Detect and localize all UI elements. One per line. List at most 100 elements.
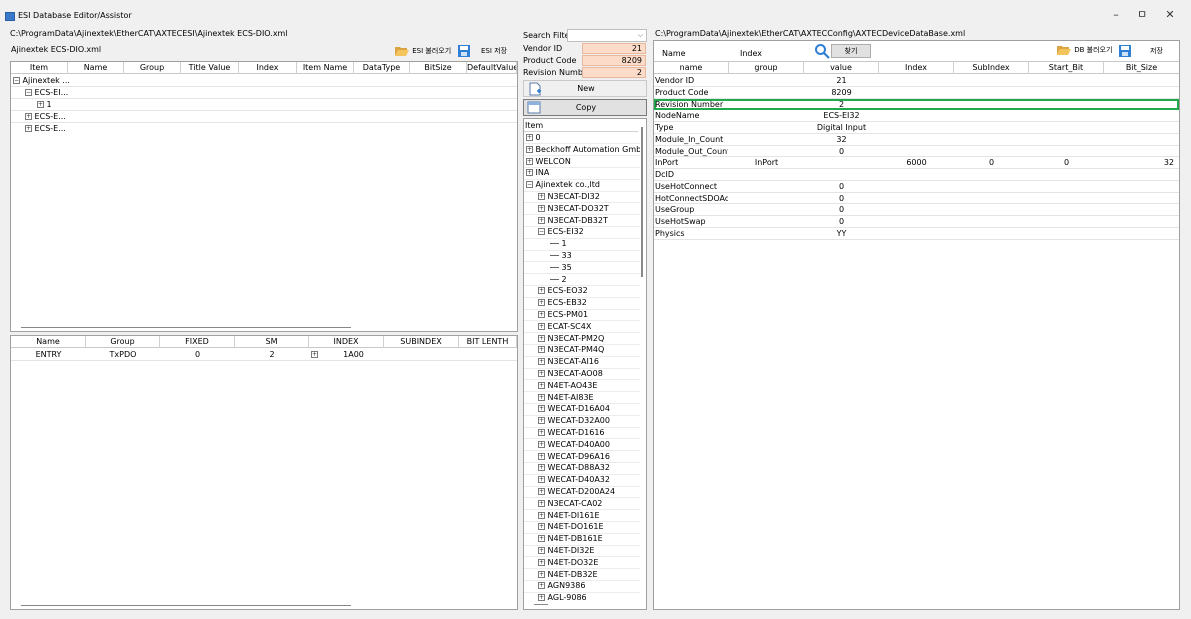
find-button[interactable]: 찾기 [831, 44, 871, 58]
device-tree-item[interactable]: + N3ECAT-PM4Q [538, 344, 604, 356]
expand-icon[interactable]: + [538, 417, 545, 425]
device-tree-item[interactable]: − Ajinextek co.,ltd [526, 179, 600, 191]
expand-icon[interactable]: + [538, 476, 545, 484]
tree-horizontal-scrollbar[interactable] [21, 327, 351, 328]
pdo-row[interactable]: ENTRY TxPDO 0 2 + 1A00 [11, 349, 517, 361]
pdo-col-sm[interactable]: SM [235, 336, 309, 348]
tree-col-default-value[interactable]: DefaultValue [467, 62, 517, 74]
close-button[interactable]: ✕ [1160, 8, 1180, 22]
tree-col-group[interactable]: Group [124, 62, 181, 74]
tree-col-title-value[interactable]: Title Value [181, 62, 239, 74]
expand-icon[interactable]: + [538, 370, 545, 377]
tree-col-item[interactable]: Item [11, 62, 68, 74]
db-col-bit-size[interactable]: Bit_Size [1104, 62, 1179, 74]
collapse-icon[interactable]: − [25, 89, 32, 96]
revision-number-field[interactable]: 2 [582, 67, 646, 78]
db-table-row[interactable]: Vendor ID 21 [654, 75, 1179, 87]
esi-load-button[interactable]: ESI 불러오기 [394, 44, 454, 58]
collapse-icon[interactable]: − [538, 228, 545, 236]
expand-icon[interactable]: + [538, 334, 545, 342]
device-tree-item[interactable]: + INA [526, 167, 549, 179]
expand-icon[interactable]: + [526, 169, 533, 177]
device-tree-item[interactable]: + WECAT-D16A04 [538, 403, 610, 415]
device-tree-item[interactable]: + N3ECAT-AI16 [538, 356, 599, 368]
expand-icon[interactable]: + [538, 322, 545, 330]
expand-icon[interactable]: + [538, 429, 545, 436]
db-table-row[interactable]: Module_Out_Count 0 [654, 146, 1179, 158]
device-tree-item[interactable]: + WECAT-D32A00 [538, 415, 610, 427]
db-col-value[interactable]: value [804, 62, 879, 74]
db-table-row[interactable]: UseHotConnect 0 [654, 181, 1179, 193]
device-tree-item[interactable]: + WELCON [526, 156, 571, 168]
tree-col-item-name[interactable]: Item Name [297, 62, 354, 74]
search-filter-dropdown[interactable]: ⌵ [567, 29, 647, 42]
device-tree-item[interactable]: + WECAT-D200A24 [538, 486, 615, 498]
maximize-button[interactable]: ㅁ [1132, 8, 1152, 22]
tree-col-index[interactable]: Index [239, 62, 297, 74]
expand-icon[interactable]: + [538, 287, 545, 295]
expand-icon[interactable]: + [538, 488, 545, 495]
expand-icon[interactable]: + [538, 570, 545, 578]
expand-icon[interactable]: + [526, 145, 533, 153]
expand-icon[interactable]: + [538, 499, 545, 507]
device-tree-item[interactable]: 2 [550, 274, 567, 286]
collapse-icon[interactable]: − [13, 77, 20, 84]
device-tree-item[interactable]: + ECAT-SC4X [538, 321, 591, 333]
expand-icon[interactable]: + [538, 547, 545, 554]
expand-icon[interactable]: + [538, 511, 545, 519]
expand-icon[interactable]: + [538, 582, 545, 590]
pdo-col-name[interactable]: Name [11, 336, 86, 348]
tree-row[interactable]: + ECS-E... [11, 111, 517, 123]
device-tree-item[interactable]: + N4ET-DB32E [538, 569, 598, 581]
device-tree-item[interactable]: + AGN9386 [538, 580, 585, 592]
db-col-index[interactable]: Index [879, 62, 954, 74]
db-index-input[interactable] [767, 46, 812, 58]
pdo-col-index[interactable]: INDEX [309, 336, 384, 348]
search-icon[interactable] [814, 43, 830, 61]
tree-row[interactable]: − ECS-EI... [11, 87, 517, 99]
device-tree-item[interactable]: + ECS-EO32 [538, 285, 588, 297]
vendor-id-field[interactable]: 21 [582, 43, 646, 54]
collapse-icon[interactable]: − [526, 181, 533, 189]
db-table-row[interactable]: HotConnectSDOAd... 0 [654, 193, 1179, 205]
device-tree-item[interactable]: − ECS-EI32 [538, 226, 584, 238]
expand-icon[interactable]: + [538, 440, 545, 448]
expand-icon[interactable]: + [538, 405, 545, 413]
tree-row[interactable]: + 1 [11, 99, 517, 111]
expand-icon[interactable]: + [526, 134, 533, 141]
expand-icon[interactable]: + [538, 452, 545, 460]
device-tree-item[interactable]: + N3ECAT-CA02 [538, 498, 602, 510]
pdo-col-subindex[interactable]: SUBINDEX [384, 336, 459, 348]
device-tree-item[interactable]: + N3ECAT-AO08 [538, 368, 603, 380]
db-table-row[interactable]: DcID [654, 169, 1179, 181]
tree-vertical-scrollbar[interactable] [641, 127, 643, 277]
expand-icon[interactable]: + [538, 393, 545, 401]
expand-icon[interactable]: + [538, 523, 545, 531]
device-tree-item[interactable]: + N3ECAT-DO32T [538, 203, 609, 215]
expand-icon[interactable]: + [538, 535, 545, 543]
device-tree-item[interactable]: + N4ET-DI32E [538, 545, 594, 557]
tree-col-datatype[interactable]: DataType [354, 62, 410, 74]
esi-save-button[interactable]: ESI 저장 [481, 44, 511, 58]
device-tree-item[interactable]: + Beckhoff Automation GmbH [526, 144, 640, 156]
device-tree-item[interactable]: + 0 [526, 132, 541, 144]
db-col-group[interactable]: group [729, 62, 804, 74]
tree-horizontal-scrollbar[interactable] [534, 604, 548, 605]
pdo-horizontal-scrollbar[interactable] [21, 605, 351, 606]
pdo-col-group[interactable]: Group [86, 336, 160, 348]
device-tree-item[interactable]: + ECS-EB32 [538, 297, 587, 309]
db-load-button[interactable]: DB 불러오기 [1056, 43, 1116, 57]
device-tree-item[interactable]: 35 [550, 262, 572, 274]
esi-save-icon[interactable] [457, 44, 471, 60]
device-tree-item[interactable]: + N4ET-AI83E [538, 392, 594, 404]
device-tree-item[interactable]: + ECS-PM01 [538, 309, 588, 321]
tree-col-bitsize[interactable]: BitSize [410, 62, 467, 74]
expand-icon[interactable]: + [538, 299, 545, 307]
tree-row[interactable]: − Ajinextek ... [11, 75, 517, 87]
device-tree-item[interactable]: + WECAT-D96A16 [538, 451, 610, 463]
device-tree-item[interactable]: + N3ECAT-DB32T [538, 215, 608, 227]
db-table-row[interactable]: UseGroup 0 [654, 204, 1179, 217]
expand-icon[interactable]: + [526, 157, 533, 165]
minimize-button[interactable]: – [1106, 8, 1126, 22]
expand-icon[interactable]: + [25, 125, 32, 132]
